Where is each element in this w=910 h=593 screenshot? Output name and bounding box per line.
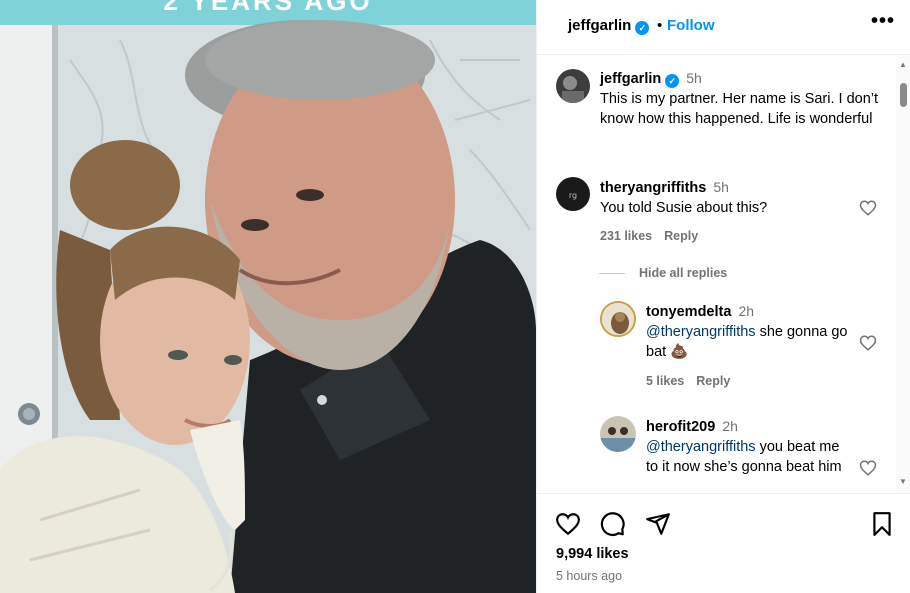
caption: jeffgarlin ✓ 5h This is my partner. Her n… [600,68,880,129]
reply-likes[interactable]: 5 likes [646,374,684,388]
comment-avatar[interactable]: rg [556,177,590,211]
comment-likes[interactable]: 231 likes [600,229,652,243]
post-likes-count[interactable]: 9,994 likes [556,546,629,562]
header-username[interactable]: jeffgarlin ✓ [568,17,650,35]
hide-replies-button[interactable]: Hide all replies [599,266,727,280]
photo-banner-text: 2 YEARS AGO [163,0,373,16]
post-details-panel: jeffgarlin ✓ • Follow ••• jeffgarlin ✓ 5h … [536,0,910,593]
caption-time: 5h [686,70,702,86]
post-header: jeffgarlin ✓ • Follow ••• [537,0,910,55]
comment-time: 5h [713,179,729,195]
comment-item: theryangriffiths 5h You told Susie about… [600,177,850,218]
reply-reply-button[interactable]: Reply [696,374,730,388]
comment-reply-button[interactable]: Reply [664,229,698,243]
scrollbar-thumb[interactable] [900,83,907,107]
comments-list[interactable]: jeffgarlin ✓ 5h This is my partner. Her n… [537,56,910,492]
like-comment-heart-icon[interactable] [859,199,877,217]
scroll-up-arrow-icon[interactable]: ▲ [899,60,907,69]
more-options-icon[interactable]: ••• [871,10,895,33]
caption-avatar[interactable] [556,69,590,103]
header-separator: • [657,17,663,34]
save-bookmark-icon[interactable] [869,511,895,537]
like-heart-icon[interactable] [555,511,581,537]
reply-mention-link[interactable]: @theryangriffiths [646,439,756,455]
reply-username[interactable]: herofit209 [646,419,715,435]
verified-badge-icon: ✓ [635,21,650,35]
hide-replies-label: Hide all replies [639,266,728,280]
share-send-icon[interactable] [645,511,671,537]
reply-avatar[interactable] [600,301,636,337]
reply-time: 2h [738,303,755,319]
post-image [0,0,536,593]
reply-item: herofit209 2h @theryangriffiths you beat… [646,416,851,477]
caption-text: This is my partner. Her name is Sari. I … [600,91,879,127]
caption-username[interactable]: jeffgarlin [600,71,661,87]
verified-badge-icon: ✓ [665,74,680,88]
comment-bubble-icon[interactable] [600,511,626,537]
scroll-down-arrow-icon[interactable]: ▼ [899,477,907,486]
like-reply-heart-icon[interactable] [859,459,877,477]
svg-text:rg: rg [569,191,577,200]
comments-scrollbar[interactable]: ▲ ▼ [896,56,910,492]
hide-replies-divider [599,273,625,275]
like-reply-heart-icon[interactable] [859,334,877,352]
reply-avatar[interactable] [600,416,636,452]
comment-username[interactable]: theryangriffiths [600,180,706,196]
comment-text: You told Susie about this? [600,200,768,216]
reply-meta: 5 likes Reply [646,374,742,388]
reply-time: 2h [722,418,738,434]
post-timestamp[interactable]: 5 hours ago [556,569,622,583]
reply-item: tonyemdelta 2h @theryangriffiths she gon… [646,301,851,362]
comment-meta: 231 likes Reply [600,229,710,243]
follow-button[interactable]: Follow [667,17,715,34]
post-photo[interactable]: 2 YEARS AGO [0,0,536,593]
reply-mention-link[interactable]: @theryangriffiths [646,324,756,340]
reply-username[interactable]: tonyemdelta [646,304,731,320]
